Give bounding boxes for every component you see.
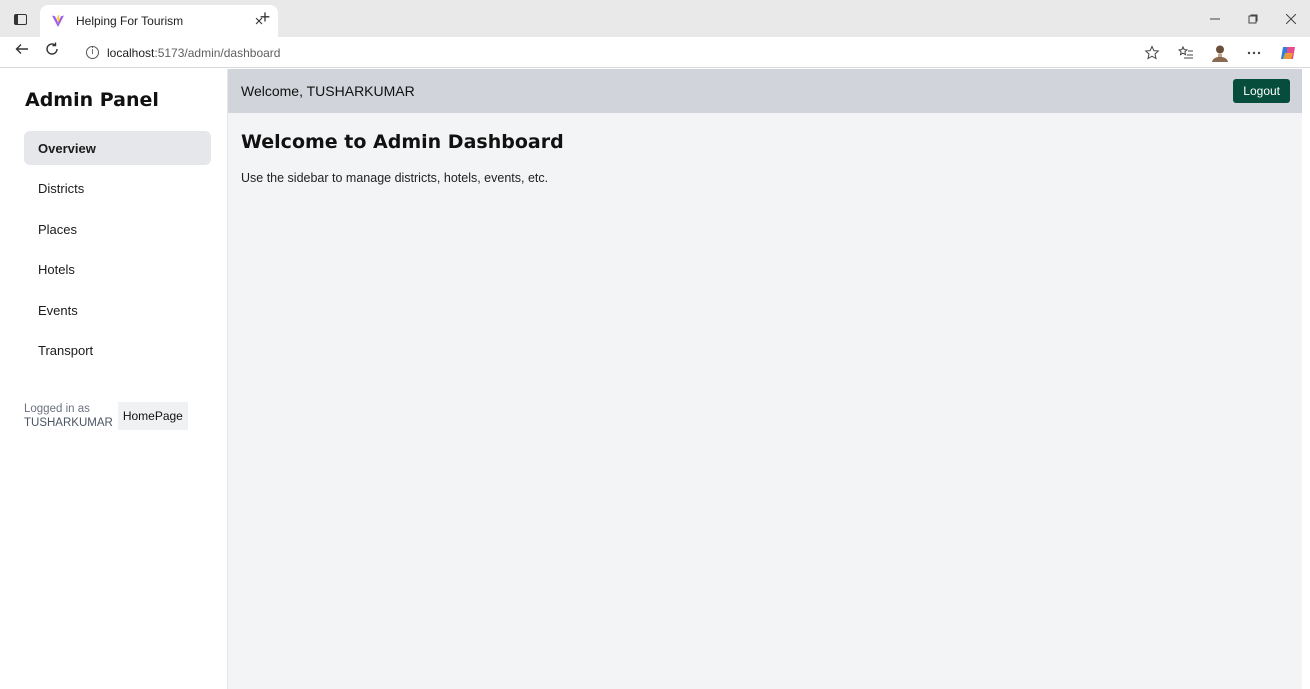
refresh-icon[interactable]	[42, 42, 62, 62]
logged-in-text: Logged in as TUSHARKUMAR	[24, 402, 113, 430]
sidebar-item-hotels[interactable]: Hotels	[24, 253, 211, 287]
dashboard-content: Welcome to Admin Dashboard Use the sideb…	[228, 113, 1302, 203]
browser-tab-bar: Helping For Tourism × +	[0, 0, 1310, 37]
sidebar: Admin Panel Overview Districts Places Ho…	[8, 69, 228, 689]
address-bar: i localhost:5173/admin/dashboard	[0, 37, 1310, 68]
welcome-text: Welcome, TUSHARKUMAR	[241, 83, 415, 99]
page-title: Welcome to Admin Dashboard	[241, 131, 564, 153]
url-host: localhost	[107, 45, 155, 60]
browser-tab[interactable]: Helping For Tourism ×	[40, 5, 278, 37]
sidebar-item-districts[interactable]: Districts	[24, 172, 211, 206]
url-text: localhost:5173/admin/dashboard	[107, 46, 280, 60]
restore-icon[interactable]	[1234, 0, 1272, 37]
sidebar-item-transport[interactable]: Transport	[24, 334, 211, 368]
copilot-icon[interactable]	[1278, 43, 1298, 63]
username: TUSHARKUMAR	[24, 416, 113, 429]
close-window-icon[interactable]	[1272, 0, 1310, 37]
sidebar-title: Admin Panel	[25, 89, 159, 111]
url-field[interactable]: i localhost:5173/admin/dashboard	[74, 40, 1174, 65]
user-info: Logged in as TUSHARKUMAR HomePage	[24, 401, 211, 430]
minimize-icon[interactable]	[1196, 0, 1234, 37]
favorite-star-icon[interactable]	[1142, 43, 1162, 63]
profile-avatar[interactable]	[1210, 43, 1230, 63]
main-area: Welcome, TUSHARKUMAR Logout Welcome to A…	[228, 69, 1302, 689]
logout-button[interactable]: Logout	[1233, 79, 1290, 103]
back-arrow-icon[interactable]	[12, 42, 32, 62]
toolbar-right	[1142, 41, 1298, 65]
tab-title: Helping For Tourism	[76, 14, 184, 28]
info-icon[interactable]: i	[86, 46, 99, 59]
logged-in-label: Logged in as	[24, 402, 90, 415]
sidebar-item-places[interactable]: Places	[24, 212, 211, 246]
sidebar-item-events[interactable]: Events	[24, 293, 211, 327]
admin-app: Admin Panel Overview Districts Places Ho…	[8, 69, 1302, 689]
vite-favicon	[50, 13, 66, 29]
page-description: Use the sidebar to manage districts, hot…	[241, 171, 549, 185]
window-controls	[1196, 0, 1310, 37]
homepage-button[interactable]: HomePage	[117, 401, 188, 430]
new-tab-icon[interactable]: +	[254, 7, 276, 29]
more-icon[interactable]	[1244, 43, 1264, 63]
favorites-list-icon[interactable]	[1176, 43, 1196, 63]
sidebar-item-overview[interactable]: Overview	[24, 131, 211, 165]
url-path: :5173/admin/dashboard	[154, 45, 281, 60]
sidebar-nav: Overview Districts Places Hotels Events …	[24, 131, 211, 368]
sidebar-toggle-icon[interactable]	[10, 9, 30, 29]
top-header: Welcome, TUSHARKUMAR Logout	[228, 69, 1302, 113]
